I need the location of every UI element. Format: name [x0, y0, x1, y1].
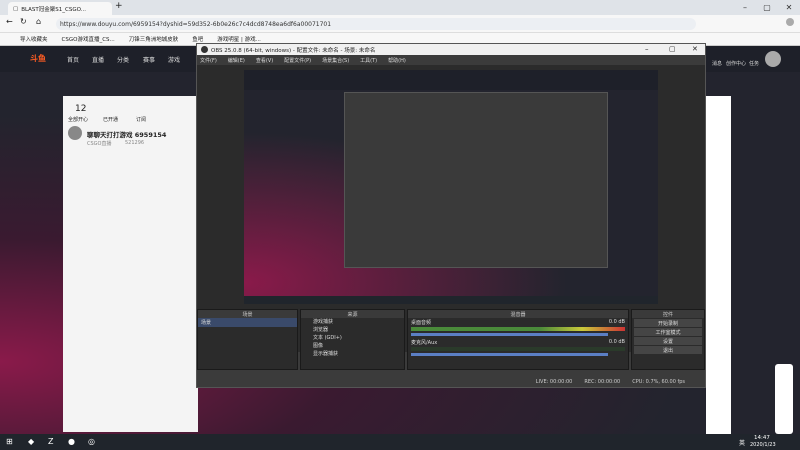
side-tool-strip[interactable]	[775, 364, 793, 434]
tab-title: BLAST冠金聚S1_CSGO...	[21, 6, 86, 13]
profile-avatar[interactable]	[786, 18, 794, 26]
bookmark-item[interactable]: 刀锋三角洲地城皮肤	[129, 35, 179, 43]
volume-meter	[411, 327, 625, 331]
stream-tag: 521296	[125, 140, 145, 146]
clock-date: 2020/1/23	[750, 442, 776, 448]
nav-item[interactable]: 首页	[67, 55, 79, 64]
bookmark-item[interactable]: CSGO游戏直播_CS...	[62, 35, 115, 43]
stream-info-panel: 12 全部开心 已开通 订阅 聊聊天打打游戏 6959154 CSGO直播 52…	[63, 96, 198, 432]
app-icon[interactable]: ◆	[28, 437, 34, 446]
capture-taskbar	[244, 296, 658, 304]
menu-item[interactable]: 工具(T)	[360, 57, 377, 64]
menu-item[interactable]: 场景集合(S)	[322, 57, 349, 64]
source-item[interactable]: 图像	[313, 342, 404, 350]
volume-slider[interactable]	[411, 353, 608, 356]
mixer-channel-name: 桌面音频	[411, 320, 432, 326]
capture-header	[244, 70, 658, 90]
settings-button[interactable]: 设置	[634, 337, 702, 345]
menu-item[interactable]: 文件(F)	[200, 57, 217, 64]
obs-taskbar-icon[interactable]: ◎	[88, 437, 95, 446]
nested-obs-window	[344, 92, 608, 268]
nav-item[interactable]: 直播	[92, 55, 104, 64]
preview-capture	[244, 70, 658, 304]
site-logo[interactable]: 斗鱼	[30, 53, 46, 64]
mixer-db: 0.0 dB	[608, 339, 625, 345]
obs-titlebar: OBS 25.0.8 (64-bit, windows) - 配置文件: 未命名…	[197, 44, 705, 55]
sources-header: 来源	[301, 310, 404, 318]
controls-header: 控件	[632, 310, 704, 318]
sources-dock: 来源 游戏捕获 浏览器 文本 (GDI+) 图像 显示器捕获	[300, 309, 405, 370]
studio-mode-button[interactable]: 工作室模式	[634, 328, 702, 336]
nav-right-item[interactable]: 任务	[749, 60, 759, 67]
browser-tab[interactable]: ▢ BLAST冠金聚S1_CSGO...	[8, 2, 112, 15]
stat-value: 12	[75, 104, 87, 114]
rec-status: REC: 00:00:00	[584, 379, 621, 385]
streamer-avatar[interactable]	[68, 126, 82, 140]
browser-tab-bar: ▢ BLAST冠金聚S1_CSGO... + – ▢ ✕	[0, 0, 800, 15]
clock-time: 14:47	[754, 435, 770, 441]
obs-window: OBS 25.0.8 (64-bit, windows) - 配置文件: 未命名…	[196, 43, 706, 388]
app-icon[interactable]: Z	[48, 437, 53, 446]
scene-item[interactable]: 场景	[198, 318, 297, 327]
menu-item[interactable]: 配置文件(P)	[284, 57, 311, 64]
minimize-icon[interactable]: –	[734, 0, 756, 15]
nav-item[interactable]: 游戏	[168, 55, 180, 64]
taskbar: ⊞ ◆ Z ● ◎ 英 14:47 2020/1/23	[0, 434, 800, 450]
bookmark-item[interactable]: 导入收藏夹	[20, 35, 48, 43]
close-icon[interactable]: ✕	[778, 0, 800, 15]
streamer-title: 聊聊天打打游戏 6959154	[87, 131, 167, 139]
stat-label: 全部开心	[68, 117, 89, 123]
scenes-header: 场景	[198, 310, 297, 318]
chat-panel	[706, 96, 731, 434]
bookmark-item[interactable]: 鱼吧	[192, 35, 203, 43]
obs-close-icon[interactable]: ✕	[692, 45, 698, 53]
scenes-dock: 场景 场景	[197, 309, 298, 370]
user-avatar[interactable]	[765, 51, 781, 67]
stream-tag[interactable]: CSGO直播	[87, 140, 111, 147]
edge-icon[interactable]: ●	[68, 437, 75, 446]
home-icon[interactable]: ⌂	[36, 17, 41, 26]
bookmark-item[interactable]: 游戏明星 | 游戏...	[217, 35, 261, 43]
mixer-header: 混音器	[408, 310, 628, 318]
start-icon[interactable]: ⊞	[6, 437, 13, 446]
controls-dock: 控件 开始录制 工作室模式 设置 退出	[631, 309, 705, 370]
nav-item[interactable]: 分类	[117, 55, 129, 64]
mixer-dock: 混音器 桌面音频 0.0 dB 麦克风/Aux 0.0 dB	[407, 309, 629, 370]
back-icon[interactable]: ←	[6, 17, 13, 26]
obs-menubar: 文件(F) 编辑(E) 查看(V) 配置文件(P) 场景集合(S) 工具(T) …	[197, 55, 705, 65]
source-item[interactable]: 显示器捕获	[313, 350, 404, 358]
obs-logo-icon	[201, 46, 208, 53]
start-recording-button[interactable]: 开始录制	[634, 319, 702, 327]
maximize-icon[interactable]: ▢	[756, 0, 778, 15]
url-field[interactable]: https://www.douyu.com/6959154?dyshid=59d…	[56, 18, 696, 30]
obs-maximize-icon[interactable]: ▢	[669, 45, 676, 53]
language-indicator[interactable]: 英	[739, 438, 745, 447]
source-item[interactable]: 浏览器	[313, 326, 404, 334]
refresh-icon[interactable]: ↻	[20, 17, 27, 26]
tab-favicon-icon: ▢	[13, 5, 19, 12]
new-tab-icon[interactable]: +	[115, 1, 123, 11]
stat-label[interactable]: 订阅	[136, 116, 146, 123]
mixer-channel-name: 麦克风/Aux	[411, 340, 438, 346]
menu-item[interactable]: 帮助(H)	[388, 57, 406, 64]
stat-label[interactable]: 已开通	[103, 116, 118, 123]
nav-right-item[interactable]: 消息	[712, 60, 722, 67]
source-item[interactable]: 文本 (GDI+)	[313, 334, 404, 342]
exit-button[interactable]: 退出	[634, 346, 702, 354]
menu-item[interactable]: 编辑(E)	[228, 57, 245, 64]
live-status: LIVE: 00:00:00	[535, 379, 573, 385]
nav-item[interactable]: 赛事	[143, 55, 155, 64]
cpu-status: CPU: 0.7%, 60.00 fps	[632, 379, 685, 385]
status-bar: LIVE: 00:00:00 REC: 00:00:00 CPU: 0.7%, …	[197, 377, 705, 387]
nav-right-item[interactable]: 创作中心	[726, 60, 746, 67]
obs-minimize-icon[interactable]: –	[645, 45, 649, 53]
source-item[interactable]: 游戏捕获	[313, 318, 404, 326]
mixer-db: 0.0 dB	[608, 319, 625, 325]
volume-meter	[411, 347, 625, 351]
menu-item[interactable]: 查看(V)	[256, 57, 273, 64]
